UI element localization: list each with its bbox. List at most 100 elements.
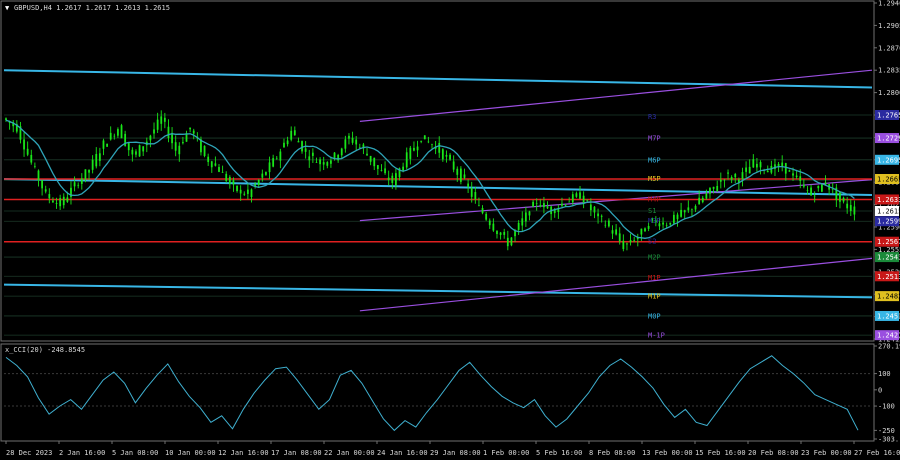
price-candle-body (474, 191, 477, 200)
price-candle-body (326, 162, 329, 166)
price-candle-body (344, 139, 347, 149)
price-candle-body (131, 149, 134, 155)
price-candle-body (106, 143, 108, 147)
price-candle-body (723, 179, 726, 181)
price-candle-body (102, 140, 105, 149)
price-candle-body (741, 172, 744, 180)
price-candle-body (98, 153, 101, 161)
price-candle-body (676, 214, 679, 220)
time-tick-label: 5 Feb 16:00 (536, 449, 582, 457)
price-candle-body (687, 207, 690, 211)
price-candle-body (662, 222, 664, 225)
pivot-label: M5P (648, 175, 661, 183)
pivot-label: M4P (648, 195, 661, 203)
price-candle-body (849, 205, 852, 211)
time-tick-label: 5 Jan 08:00 (112, 449, 158, 457)
price-candle-body (546, 206, 549, 209)
price-candle-body (459, 168, 462, 182)
price-tick-label: 1.2800 (878, 89, 900, 97)
price-candle-body (488, 220, 491, 226)
price-candle-body (66, 197, 69, 202)
price-candle-body (156, 119, 159, 130)
price-candle-body (348, 135, 350, 139)
price-candle-body (77, 184, 80, 186)
price-candle-body (694, 205, 697, 210)
price-tick-label: 1.2835 (878, 67, 900, 75)
price-candle-body (120, 125, 123, 139)
price-tag-label: 1.2543 (877, 254, 900, 262)
price-candle-body (301, 141, 303, 152)
price-candle-body (221, 172, 224, 173)
price-candle-body (351, 137, 354, 143)
price-tick-label: 1.2940 (878, 0, 900, 8)
price-candle-body (239, 189, 242, 194)
cci-tick-label: -250 (878, 427, 895, 435)
time-tick-label: 28 Dec 2023 (6, 449, 52, 457)
price-candle-body (593, 206, 596, 213)
price-candle-body (214, 163, 217, 166)
price-candle-body (521, 218, 524, 226)
price-candle-body (449, 154, 451, 160)
price-candle-body (391, 175, 394, 183)
price-candle-body (564, 204, 567, 206)
price-candle-body (535, 203, 538, 204)
price-candle-body (127, 142, 130, 151)
price-candle-body (709, 187, 711, 194)
price-candle-body (319, 159, 321, 165)
price-candle-body (691, 209, 693, 210)
price-candle-body (784, 163, 787, 174)
price-candle-body (561, 203, 563, 206)
price-candle-body (228, 176, 231, 184)
price-candle-body (380, 170, 383, 171)
price-candle-body (261, 173, 264, 178)
price-candle-body (290, 130, 293, 140)
price-candle-body (272, 158, 275, 167)
price-tag-label: 1.2482 (877, 293, 900, 301)
price-candle-body (532, 201, 534, 207)
price-candle-body (174, 142, 177, 151)
price-candle-body (109, 132, 112, 140)
price-candle-body (243, 193, 246, 195)
price-candle-body (207, 156, 210, 163)
price-tag-label: 1.2513 (877, 273, 900, 281)
price-candle-body (604, 224, 607, 226)
pivot-label: R3 (648, 113, 656, 121)
pivot-label: M6P (648, 156, 661, 164)
price-candle-body (438, 142, 441, 153)
price-candle-body (384, 168, 386, 174)
price-candle-body (138, 145, 141, 157)
price-candle-body (734, 173, 737, 178)
price-candle-body (644, 228, 646, 232)
price-candle-body (160, 116, 163, 124)
price-candle-body (84, 169, 87, 180)
price-candle-body (308, 156, 311, 161)
price-candle-body (257, 179, 260, 185)
price-candle-body (80, 178, 83, 184)
price-candle-body (113, 135, 116, 137)
price-candle-body (712, 186, 715, 189)
price-candle-body (478, 205, 480, 206)
price-candle-body (283, 142, 285, 148)
price-candle-body (37, 170, 40, 181)
price-candle-body (48, 194, 51, 199)
price-candle-body (456, 168, 459, 175)
price-candle-body (647, 225, 650, 229)
time-tick-label: 20 Feb 08:00 (748, 449, 799, 457)
price-candle-body (615, 229, 618, 235)
price-tag-label: 1.2665 (877, 176, 900, 184)
price-candle-body (142, 146, 145, 152)
price-candle-body (167, 126, 170, 139)
price-candle-body (842, 197, 845, 202)
price-candle-body (402, 166, 405, 171)
price-candle-body (62, 196, 65, 206)
price-candle-body (322, 162, 325, 165)
price-candle-body (622, 240, 625, 250)
price-tag-label: 1.2421 (877, 332, 900, 340)
price-candle-body (387, 177, 390, 181)
price-candle-body (59, 198, 62, 207)
price-candle-body (210, 161, 213, 168)
price-candle-body (756, 163, 758, 168)
price-candle-body (571, 194, 574, 203)
price-candle-body (499, 232, 502, 235)
price-candle-body (705, 193, 708, 199)
